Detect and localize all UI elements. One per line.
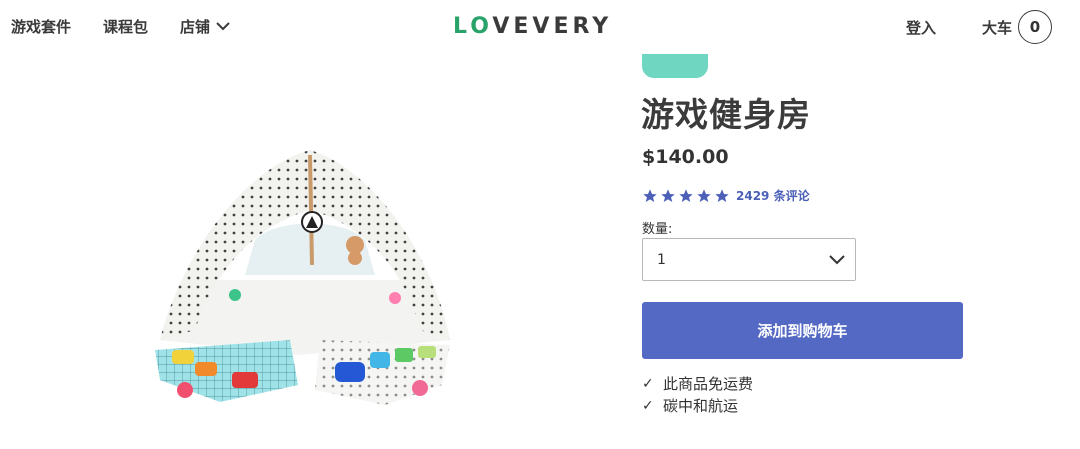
shipping-features: ✓ 此商品免运费 ✓ 碳中和航运 [642, 373, 753, 417]
feature-carbon-neutral: ✓ 碳中和航运 [642, 395, 753, 417]
star-icon [697, 188, 711, 202]
nav-item-play-kits[interactable]: 游戏套件 [11, 16, 71, 37]
nav-store-label: 店铺 [180, 18, 211, 36]
bestseller-badge [642, 54, 708, 78]
product-price: $140.00 [642, 146, 729, 168]
main-nav: 游戏套件 课程包 店铺 [11, 16, 262, 37]
rating-stars [642, 188, 732, 204]
account-nav: 登入 大车 0 [906, 10, 1052, 44]
logo-rest: VEVERY [492, 14, 613, 39]
product-title: 游戏健身房 [641, 95, 811, 134]
quantity-label: 数量: [642, 222, 673, 237]
chevron-down-icon [829, 254, 845, 264]
star-icon [643, 188, 657, 202]
logo-lo: LO [453, 14, 493, 39]
nav-item-store[interactable]: 店铺 [180, 16, 230, 37]
cart-count-badge[interactable]: 0 [1018, 10, 1052, 44]
check-icon: ✓ [642, 398, 654, 414]
quantity-select[interactable]: 1 [642, 238, 856, 281]
rating-row: 2429 条评论 [642, 187, 810, 204]
chevron-down-icon [216, 22, 230, 31]
login-link[interactable]: 登入 [906, 17, 936, 38]
star-icon [661, 188, 675, 202]
reviews-link[interactable]: 2429 条评论 [736, 187, 810, 204]
feature-label: 碳中和航运 [663, 397, 739, 415]
cart-link[interactable]: 大车 [982, 17, 1012, 38]
add-to-cart-button[interactable]: 添加到购物车 [642, 302, 963, 359]
feature-free-shipping: ✓ 此商品免运费 [642, 373, 753, 395]
star-icon [679, 188, 693, 202]
feature-label: 此商品免运费 [663, 375, 754, 393]
check-icon: ✓ [642, 376, 654, 392]
play-gym-product-image [155, 150, 450, 405]
star-icon [715, 188, 729, 202]
brand-logo[interactable]: LOVEVERY [453, 14, 612, 39]
quantity-value: 1 [657, 251, 666, 268]
nav-item-courses[interactable]: 课程包 [103, 16, 148, 37]
